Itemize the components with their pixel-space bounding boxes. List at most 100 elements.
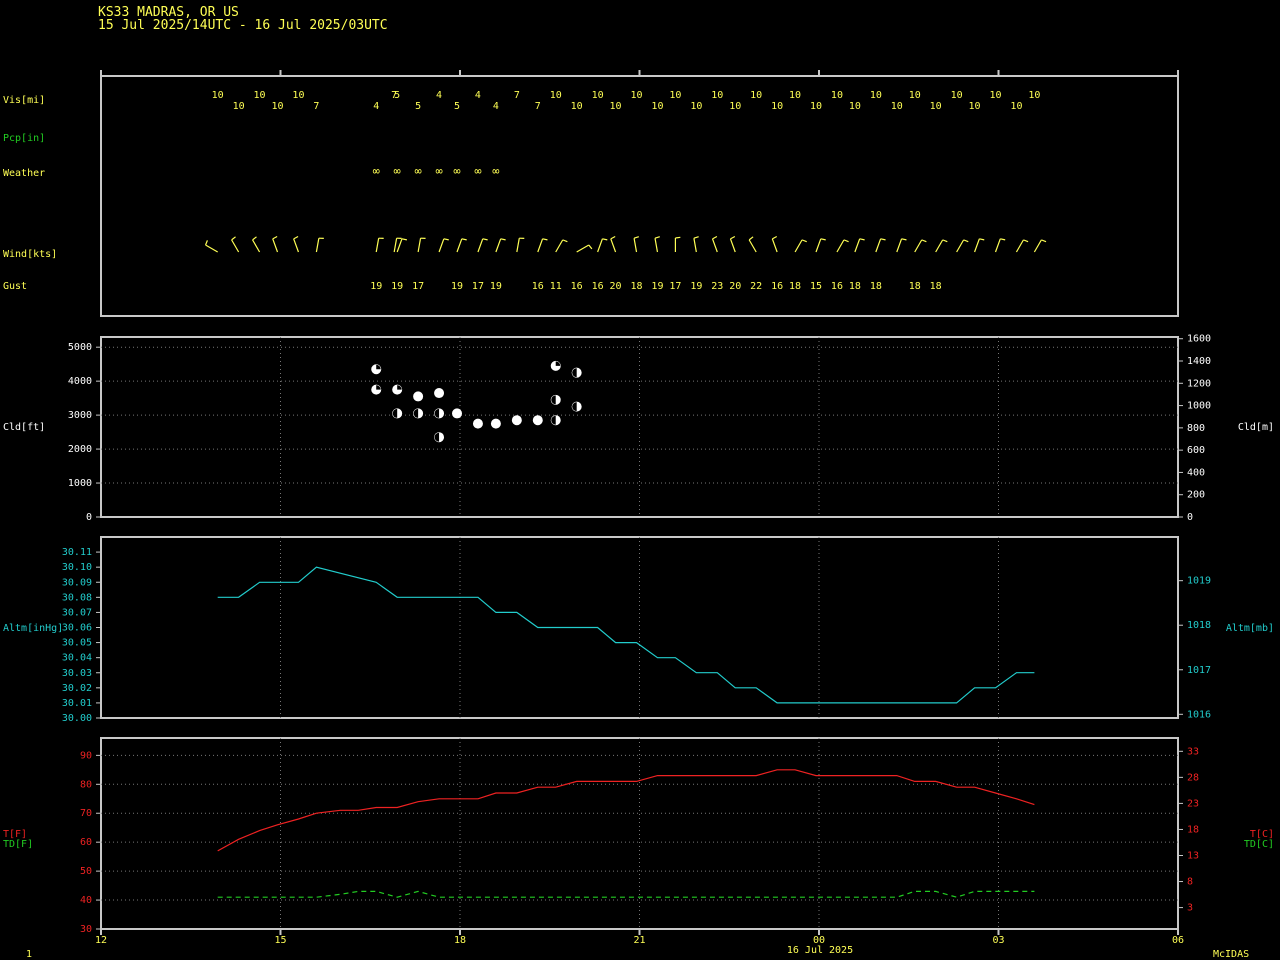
dewpoint-line: [217, 890, 1035, 898]
vis-value: 5: [394, 90, 400, 101]
wind-barb-flag: [712, 235, 718, 240]
gust-value: 19: [370, 281, 382, 292]
wind-barb-flag: [901, 238, 907, 241]
haze-symbol: ∞: [414, 164, 421, 178]
haze-symbol: ∞: [373, 164, 380, 178]
vis-value: 10: [233, 101, 245, 112]
vis-value: 10: [831, 90, 843, 101]
wind-barb: [974, 238, 985, 253]
wind-barb: [610, 235, 617, 253]
wind-barb-flag: [1000, 238, 1006, 241]
wind-barb-staff: [854, 238, 861, 253]
altm-inhg-tick-label: 30.08: [62, 592, 92, 603]
meteogram: KS33 MADRAS, OR US 15 Jul 2025/14UTC - 1…: [3, 5, 1274, 960]
vis-value: 10: [592, 90, 604, 101]
cloud-m-tick-label: 600: [1187, 445, 1205, 456]
gust-value: 15: [810, 281, 822, 292]
cloud-cover-symbol: [413, 408, 424, 419]
pcp-row-label: Pcp[in]: [3, 133, 45, 144]
wind-barb-staff: [654, 238, 659, 253]
vis-value: 10: [891, 101, 903, 112]
dewpoint-c-axis-label: TD[C]: [1244, 839, 1274, 850]
wind-barb-staff: [597, 238, 603, 253]
temp-c-tick-label: 3: [1187, 903, 1193, 914]
gust-value: 17: [472, 281, 484, 292]
wind-barb-staff: [836, 239, 845, 253]
vis-value: 10: [690, 101, 702, 112]
wind-barb-staff: [956, 239, 965, 253]
wind-barb-staff: [748, 239, 757, 253]
altm-inhg-tick-label: 30.03: [62, 668, 92, 679]
cloud-cover-symbol: [452, 408, 463, 419]
temp-c-tick-label: 33: [1187, 746, 1199, 757]
plot-area: Vis[mi] Pcp[in] Weather Wind[kts] Gust 10 10 10…: [3, 70, 1274, 946]
wind-barb-staff: [974, 238, 980, 253]
wind-barb-flag: [963, 239, 969, 243]
gust-value: 18: [849, 281, 861, 292]
wind-barb-staff: [516, 238, 520, 253]
gust-value: 22: [750, 281, 762, 292]
wind-barb-staff: [1015, 239, 1024, 253]
wind-barb: [654, 236, 660, 253]
vis-value: 7: [313, 101, 319, 112]
wind-barb-staff: [555, 239, 564, 253]
vis-value: 10: [849, 101, 861, 112]
cloud-cover-fill: [490, 418, 501, 429]
cloud-cover-symbol: [434, 432, 445, 443]
vis-value: 10: [630, 90, 642, 101]
wind-barb-staff: [771, 238, 778, 253]
gust-value: 19: [451, 281, 463, 292]
altm-inhg-tick-label: 30.09: [62, 577, 92, 588]
wind-barb-flag: [633, 236, 640, 239]
gust-value: 18: [930, 281, 942, 292]
wind-barb: [748, 236, 757, 253]
cloud-cover-symbol: [490, 418, 501, 429]
vis-value: 10: [292, 90, 304, 101]
cloud-m-tick-label: 1000: [1187, 401, 1211, 412]
gust-value: 19: [690, 281, 702, 292]
wind-barb-flag: [443, 238, 449, 241]
wind-barb-flag: [588, 244, 593, 250]
cloud-cover-gap: [376, 385, 381, 390]
gust-value: 17: [669, 281, 681, 292]
haze-symbol: ∞: [453, 164, 460, 178]
cloud-cover-symbol: [532, 415, 543, 426]
wind-barb-staff: [537, 238, 544, 253]
wind-barb-flag: [772, 235, 778, 240]
temperature-line: [217, 769, 1035, 852]
vis-value: 4: [493, 101, 499, 112]
vis-value: 10: [969, 101, 981, 112]
wind-barb-flag: [252, 236, 257, 241]
cloud-cover-fill: [434, 388, 445, 399]
wind-barb-staff: [935, 239, 944, 253]
wind-barb: [272, 235, 279, 253]
vis-value: 10: [729, 101, 741, 112]
vis-value: 5: [454, 101, 460, 112]
wind-barb: [935, 239, 948, 253]
cloud-ft-tick-label: 5000: [68, 342, 92, 353]
vis-value: 10: [989, 90, 1001, 101]
altm-mb-axis-label: Altm[mb]: [1226, 623, 1274, 634]
temp-f-tick-label: 40: [80, 895, 92, 906]
x-tick-label: 06: [1172, 935, 1184, 946]
wind-barb: [396, 238, 407, 253]
wind-barb-flag: [859, 238, 865, 241]
cloud-m-tick-label: 1200: [1187, 378, 1211, 389]
vis-value: 4: [373, 101, 379, 112]
wind-barb-staff: [252, 239, 261, 253]
cloud-m-axis-label: Cld[m]: [1238, 422, 1274, 433]
wind-barb-staff: [875, 238, 882, 253]
vis-value: 10: [930, 101, 942, 112]
temp-f-tick-label: 90: [80, 750, 92, 761]
cloud-cover-symbol: [511, 415, 522, 426]
cloud-m-tick-label: 200: [1187, 490, 1205, 501]
temp-c-tick-label: 8: [1187, 877, 1193, 888]
wind-barb-staff: [711, 238, 718, 253]
wind-barb-flag: [654, 236, 660, 239]
temp-f-tick-label: 70: [80, 808, 92, 819]
vis-value: 4: [436, 90, 442, 101]
wind-barb-flag: [231, 236, 236, 241]
observations-frame: [100, 75, 1179, 317]
wind-barb: [231, 236, 240, 253]
vis-value: 10: [651, 101, 663, 112]
